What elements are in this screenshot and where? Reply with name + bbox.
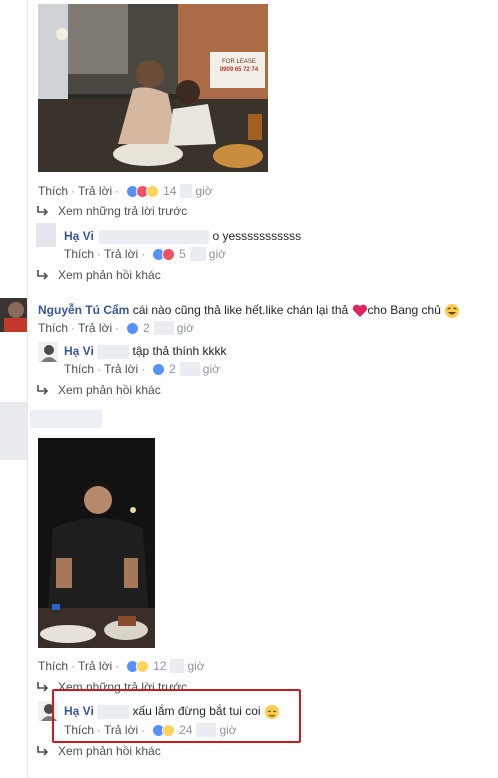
reply-text: o yesssssssssss [212,229,302,243]
view-more-replies[interactable]: Xem phản hồi khác [36,744,161,758]
restaurant-scene [38,4,268,172]
view-previous-label: Xem những trả lời trước [58,204,188,218]
like-link[interactable]: Thích [38,184,68,198]
reply-link[interactable]: Trả lời [78,321,112,335]
time-unit: giờ [202,362,221,376]
reply-link[interactable]: Trả lời [78,659,112,673]
separator: · [71,184,76,198]
avatar-redacted[interactable] [36,223,56,247]
reply-text-line: Hạ Vi tập thả thính kkkk [64,343,227,359]
avatar-ha-vi[interactable] [38,342,58,362]
redacted-text [99,229,210,244]
reply-arrow-icon [37,682,49,692]
view-more-label: Xem phản hồi khác [58,744,161,758]
separator: · [71,659,76,673]
comment-actions: Thích · Trả lời · 2 giờ [38,320,194,336]
redacted-timestamp [170,659,185,673]
reaction-count: 5 [179,247,186,261]
redacted-timestamp [180,184,193,198]
separator: · [115,659,120,673]
reaction-summary[interactable] [126,184,160,198]
comment-text-after: cho Bang chủ [367,303,441,317]
like-reaction-icon [152,362,166,376]
view-more-label: Xem phản hồi khác [58,268,161,282]
comment-text-line: Nguyễn Tú Cẩm cái nào cũng thả like hết.… [38,302,460,319]
redacted-text [97,344,130,359]
avatar-image [4,302,27,332]
comment-photo-restaurant[interactable]: FOR LEASE 0909 65 72 74 [38,4,268,172]
view-more-replies[interactable]: Xem phản hồi khác [36,383,161,397]
reply-arrow-icon [37,746,49,756]
time-unit: giờ [176,321,195,335]
separator: · [141,362,146,376]
reaction-summary[interactable] [152,362,166,376]
reaction-summary[interactable] [152,247,176,261]
sign-text: FOR LEASE 0909 65 72 74 [215,58,263,74]
like-link[interactable]: Thích [38,321,68,335]
heart-emoji-icon [352,304,367,317]
highlight-box [52,689,301,743]
reply-link[interactable]: Trả lời [104,362,138,376]
laughing-emoji-icon [445,303,460,318]
comment-actions: Thích · Trả lời · 12 giờ [38,658,205,674]
author-name[interactable]: Hạ Vi [64,344,94,358]
time-unit: giờ [208,247,227,261]
love-reaction-icon [162,247,176,261]
time-unit: giờ [187,659,205,673]
haha-reaction-icon [146,184,160,198]
reaction-summary[interactable] [126,659,150,673]
separator: · [115,184,120,198]
reply-arrow-icon [37,385,49,395]
reply-link[interactable]: Trả lời [104,247,138,261]
view-more-replies[interactable]: Xem phản hồi khác [36,268,161,282]
separator: · [71,321,76,335]
avatar-image [38,342,58,362]
comment-text: cái nào cũng thả like hết.like chán lại … [132,303,349,317]
author-name[interactable]: Nguyễn Tú Cẩm [38,303,129,317]
reply-actions: Thích · Trả lời · 2 giờ [64,361,220,377]
avatar-redacted[interactable] [0,402,27,460]
view-more-label: Xem phản hồi khác [58,383,161,397]
avatar[interactable] [0,298,27,332]
comment-photo-portrait[interactable] [38,438,155,648]
redacted-timestamp [189,247,206,261]
separator: · [97,247,102,261]
like-link[interactable]: Thích [64,247,94,261]
like-link[interactable]: Thích [38,659,68,673]
portrait-scene [38,438,155,648]
reaction-count: 12 [153,659,167,673]
like-reaction-icon [126,321,140,335]
reply-link[interactable]: Trả lời [78,184,112,198]
reply-text: tập thả thính kkkk [132,344,227,358]
view-previous-replies[interactable]: Xem những trả lời trước [36,204,187,218]
redacted-author-name[interactable] [30,410,102,428]
reaction-count: 2 [169,362,176,376]
reply-text-line: Hạ Vi o yesssssssssss [64,228,301,244]
reaction-summary[interactable] [126,321,140,335]
time-unit: giờ [195,184,213,198]
haha-reaction-icon [136,659,150,673]
sign-line-1: FOR LEASE [222,59,256,65]
reaction-count: 2 [143,321,150,335]
like-link[interactable]: Thích [64,362,94,376]
redacted-timestamp [153,321,174,335]
reply-arrow-icon [37,270,49,280]
author-name[interactable]: Hạ Vi [64,229,94,243]
thread-rail [27,0,28,778]
sign-line-2: 0909 65 72 74 [219,67,259,73]
comment-actions: Thích · Trả lời · 14 giờ [38,183,213,199]
reply-arrow-icon [37,206,49,216]
separator: · [141,247,146,261]
redacted-timestamp [179,362,200,376]
separator: · [115,321,120,335]
reply-actions: Thích · Trả lời · 5 giờ [64,246,226,262]
separator: · [97,362,102,376]
reaction-count: 14 [163,184,177,198]
